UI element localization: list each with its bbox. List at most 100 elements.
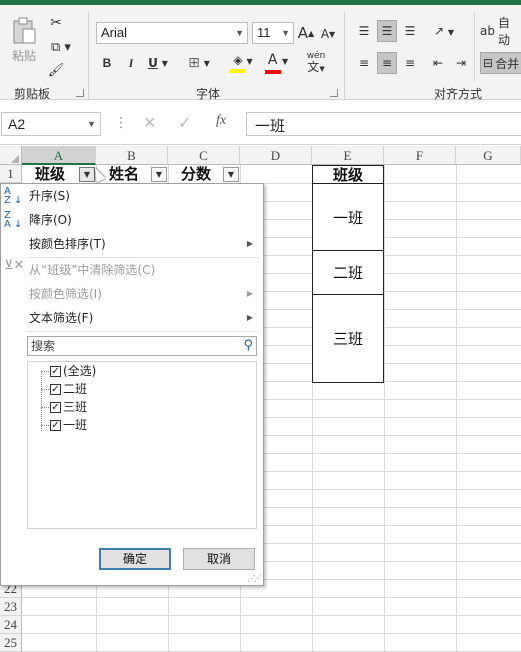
bold-button[interactable]: B <box>98 53 116 73</box>
merged-cell-e-3[interactable]: 三班 <box>312 294 384 383</box>
sort-by-color-item[interactable]: 按颜色排序(T) ▶ <box>1 233 263 255</box>
checkbox-checked-icon[interactable]: ✓ <box>50 420 61 431</box>
sort-descending-label: 降序(O) <box>29 213 72 227</box>
search-icon: ⚲ <box>243 338 253 353</box>
enter-icon[interactable]: ✓ <box>178 113 191 132</box>
merged-cell-e-2[interactable]: 二班 <box>312 250 384 295</box>
font-color-icon: A ▼ <box>267 52 289 68</box>
increase-indent-button[interactable]: ⇥ <box>451 53 471 73</box>
menu-separator <box>27 257 259 258</box>
row-header-23[interactable]: 23 <box>0 598 22 616</box>
sort-ascending-item[interactable]: AZ ↓ 升序(S) <box>1 185 263 207</box>
font-name-combo[interactable]: Arial ▼ <box>96 22 248 44</box>
checkbox-checked-icon[interactable]: ✓ <box>50 384 61 395</box>
cell-c1[interactable]: 分数 <box>168 165 224 183</box>
menu-separator <box>27 331 259 332</box>
cell-b1[interactable]: 姓名 <box>96 165 152 183</box>
tree-line <box>41 371 42 431</box>
row-header-1[interactable]: 1 <box>0 165 22 183</box>
fill-color-button[interactable]: ◈ ▼ <box>226 51 260 75</box>
row-header-25[interactable]: 25 <box>0 634 22 652</box>
align-middle-button[interactable]: ☰ <box>377 20 397 42</box>
column-header-e[interactable]: E <box>312 146 384 165</box>
filter-dropdown-b[interactable]: ▼ <box>151 167 167 182</box>
cancel-icon[interactable]: ✕ <box>143 113 156 132</box>
shrink-font-button[interactable]: A ▼ <box>319 24 337 44</box>
font-size-combo[interactable]: 11 ▼ <box>252 22 294 44</box>
column-header-c[interactable]: C <box>168 146 240 165</box>
decrease-indent-button[interactable]: ⇤ <box>428 53 448 73</box>
border-button[interactable]: ⊞ ▼ <box>184 53 214 73</box>
shrink-font-icon: A <box>320 27 330 41</box>
list-item[interactable]: ✓ (全选) <box>50 362 96 380</box>
paste-label: 粘贴 <box>11 48 36 63</box>
increase-indent-icon: ⇥ <box>455 56 467 70</box>
align-bottom-button[interactable]: ☰ <box>400 21 420 41</box>
select-all-button[interactable] <box>0 146 22 165</box>
align-center-button[interactable]: ≡ <box>377 52 397 74</box>
align-left-icon: ≡ <box>358 56 370 70</box>
align-left-button[interactable]: ≡ <box>354 53 374 73</box>
phonetic-button[interactable]: wén 文▼ <box>302 50 330 76</box>
more-icon: ⋮ <box>114 115 128 131</box>
chevron-down-icon: ▼ <box>87 119 96 129</box>
divider <box>474 11 475 81</box>
format-painter-button[interactable]: 🖌 <box>46 61 66 79</box>
filter-value-list: ✓ (全选) ✓ 二班 ✓ 三班 ✓ 一班 <box>27 361 257 529</box>
text-filters-item[interactable]: 文本筛选(F) ▶ <box>1 307 263 329</box>
grow-font-button[interactable]: A ▲ <box>297 22 315 44</box>
clipboard-group-label: 剪贴板 <box>14 87 51 101</box>
column-header-b[interactable]: B <box>96 146 168 165</box>
submenu-arrow-icon: ▶ <box>246 313 253 322</box>
underline-button[interactable]: U ▼ <box>144 53 172 73</box>
cut-button[interactable]: ✂ <box>46 14 66 32</box>
name-box[interactable]: A2 ▼ <box>1 112 101 136</box>
list-item-label: 二班 <box>63 382 88 396</box>
sort-by-color-label: 按颜色排序(T) <box>29 237 106 251</box>
row-header-24[interactable]: 24 <box>0 616 22 634</box>
search-input[interactable]: 搜索 ⚲ <box>27 336 257 356</box>
sort-descending-icon: ZA ↓ <box>4 210 23 230</box>
font-color-swatch <box>265 70 281 74</box>
cancel-button[interactable]: 取消 <box>183 548 255 570</box>
column-header-a[interactable]: A <box>22 146 96 165</box>
column-header-f[interactable]: F <box>384 146 456 165</box>
font-color-button[interactable]: A ▼ <box>262 51 294 75</box>
filter-dropdown-c[interactable]: ▼ <box>223 167 239 182</box>
cell-e1[interactable]: 班级 <box>312 165 384 184</box>
font-group-label: 字体 <box>196 87 221 101</box>
list-item[interactable]: ✓ 二班 <box>50 380 87 398</box>
divider <box>344 11 345 99</box>
merged-cell-e-1[interactable]: 一班 <box>312 183 384 251</box>
list-item-label: 三班 <box>63 400 88 414</box>
checkbox-checked-icon[interactable]: ✓ <box>50 366 61 377</box>
insert-function-icon[interactable]: fx <box>216 113 226 129</box>
merge-center-button[interactable]: ⊟ 合并 <box>480 52 521 74</box>
ok-button[interactable]: 确定 <box>99 548 171 570</box>
chevron-down-icon: ▼ <box>235 28 244 38</box>
column-header-d[interactable]: D <box>240 146 312 165</box>
resize-grip-icon[interactable]: ⋰⋰ <box>247 574 262 583</box>
cell-a1[interactable]: 班级 <box>22 165 78 183</box>
paste-button[interactable]: 粘贴 <box>6 13 42 67</box>
clipboard-launcher[interactable] <box>76 89 84 97</box>
column-header-g[interactable]: G <box>456 146 521 165</box>
align-right-button[interactable]: ≡ <box>400 53 420 73</box>
list-item[interactable]: ✓ 一班 <box>50 416 87 434</box>
checkbox-checked-icon[interactable]: ✓ <box>50 402 61 413</box>
merged-cell-text: 二班 <box>332 264 363 282</box>
formula-input[interactable]: 一班 <box>246 112 521 136</box>
font-launcher[interactable] <box>330 89 338 97</box>
sort-descending-item[interactable]: ZA ↓ 降序(O) <box>1 209 263 231</box>
align-top-button[interactable]: ☰ <box>354 21 374 41</box>
italic-button[interactable]: I <box>122 53 140 73</box>
merged-cell-text: 一班 <box>332 208 363 227</box>
orientation-icon: ↗ ▼ <box>433 24 455 38</box>
underline-icon: U <box>148 56 158 70</box>
clipboard-icon <box>13 17 36 43</box>
copy-button[interactable]: ⧉ ▾ <box>46 38 76 56</box>
clear-filter-item: ⊻✕ 从“班级”中清除筛选(C) <box>1 259 263 281</box>
orientation-button[interactable]: ↗ ▼ <box>428 21 460 41</box>
list-item[interactable]: ✓ 三班 <box>50 398 87 416</box>
wrap-text-button[interactable]: ab 自动 <box>480 16 521 47</box>
